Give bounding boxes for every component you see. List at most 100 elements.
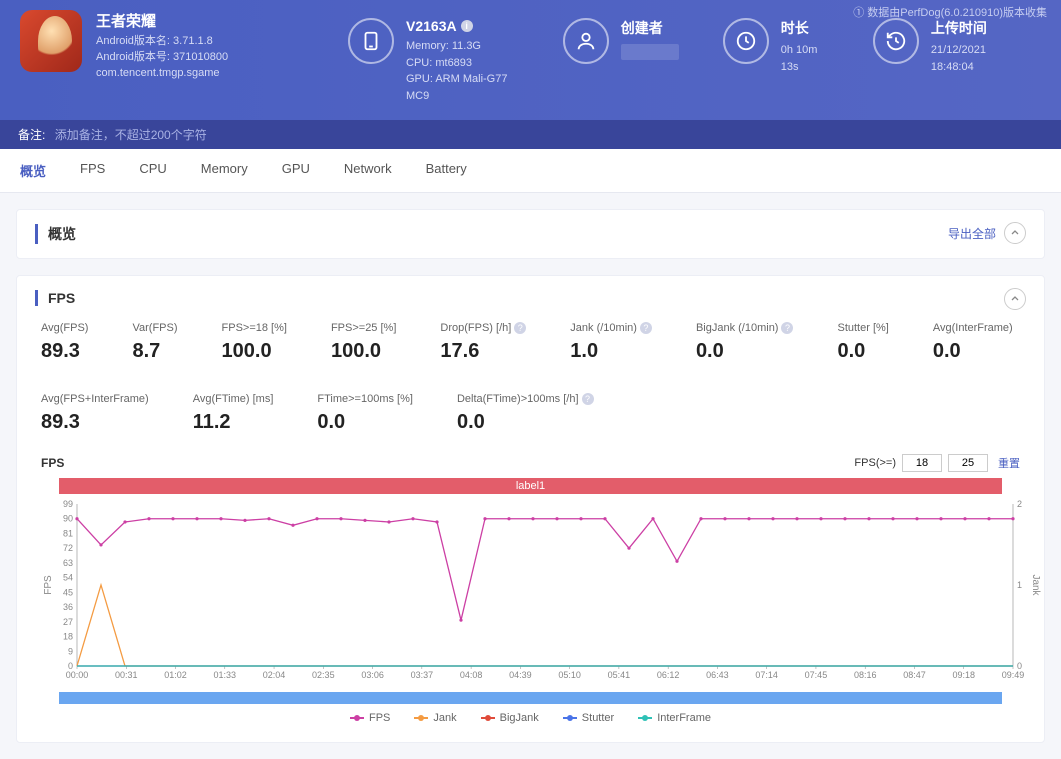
export-all-link[interactable]: 导出全部 (948, 225, 996, 242)
metric-label: Jank (/10min)? (570, 322, 652, 334)
metric-value: 89.3 (41, 340, 88, 363)
remark-bar[interactable]: 备注: 添加备注，不超过200个字符 (0, 120, 1061, 149)
svg-text:07:14: 07:14 (755, 670, 778, 680)
help-icon[interactable]: ? (781, 322, 793, 334)
svg-text:00:00: 00:00 (66, 670, 89, 680)
chart-scrollbar[interactable] (59, 692, 1002, 704)
metric-value: 8.7 (132, 340, 177, 363)
svg-text:27: 27 (63, 617, 73, 627)
svg-text:04:39: 04:39 (509, 670, 532, 680)
metric-label: Var(FPS) (132, 322, 177, 334)
metric: Stutter [%]0.0 (837, 322, 888, 363)
collapse-button[interactable] (1004, 288, 1026, 310)
svg-text:FPS: FPS (43, 575, 54, 595)
clock-icon (723, 18, 769, 64)
svg-text:03:06: 03:06 (361, 670, 384, 680)
fps-filters: FPS(>=) 重置 (854, 454, 1020, 472)
scrollbar-thumb[interactable] (59, 692, 1002, 704)
metric-label: FPS>=18 [%] (222, 322, 287, 334)
metric: Avg(InterFrame) 0.0 (933, 322, 1013, 363)
svg-text:81: 81 (63, 528, 73, 538)
svg-text:01:33: 01:33 (214, 670, 237, 680)
chart-wrap: 091827364554637281909901200:0000:3101:02… (41, 498, 1020, 688)
chart-title: FPS (41, 456, 64, 470)
legend-stutter[interactable]: Stutter (563, 712, 614, 724)
duration-block: 时长 0h 10m 13s (723, 18, 829, 75)
app-meta: Android版本名: 3.71.1.8 Android版本号: 3710108… (96, 34, 296, 82)
tab-battery[interactable]: Battery (424, 149, 469, 192)
metric-label: Drop(FPS) [/h]? (440, 322, 526, 334)
collapse-button[interactable] (1004, 222, 1026, 244)
metric-value: 0.0 (317, 411, 413, 434)
svg-text:36: 36 (63, 602, 73, 612)
tab-overview[interactable]: 概览 (18, 149, 48, 192)
metric: FTime>=100ms [%]0.0 (317, 393, 413, 434)
device-model: V2163A i (406, 18, 519, 34)
legend-interframe[interactable]: InterFrame (638, 712, 711, 724)
tabs: 概览 FPS CPU Memory GPU Network Battery (0, 149, 1061, 193)
user-icon (563, 18, 609, 64)
svg-text:01:02: 01:02 (164, 670, 187, 680)
tab-fps[interactable]: FPS (78, 149, 107, 192)
chart-header: FPS FPS(>=) 重置 (35, 454, 1026, 472)
legend-bigjank[interactable]: BigJank (481, 712, 539, 724)
tab-network[interactable]: Network (342, 149, 394, 192)
svg-text:90: 90 (63, 514, 73, 524)
legend-fps[interactable]: FPS (350, 712, 390, 724)
metric-label: Delta(FTime)>100ms [/h]? (457, 393, 594, 405)
metric-value: 0.0 (696, 340, 794, 363)
fps-chart[interactable]: 091827364554637281909901200:0000:3101:02… (41, 498, 1041, 688)
svg-text:07:45: 07:45 (805, 670, 828, 680)
tab-cpu[interactable]: CPU (137, 149, 168, 192)
duration-value: 0h 10m 13s (781, 42, 829, 75)
export-row: 导出全部 (948, 222, 1026, 244)
metric-value: 1.0 (570, 340, 652, 363)
metric-label: Avg(FPS) (41, 322, 88, 334)
tab-memory[interactable]: Memory (199, 149, 250, 192)
device-block: V2163A i Memory: 11.3G CPU: mt6893 GPU: … (348, 18, 519, 104)
help-icon[interactable]: ? (514, 322, 526, 334)
metric-value: 0.0 (933, 340, 1013, 363)
svg-text:03:37: 03:37 (411, 670, 434, 680)
metric: Var(FPS) 8.7 (132, 322, 177, 363)
svg-text:05:10: 05:10 (558, 670, 581, 680)
svg-text:05:41: 05:41 (608, 670, 631, 680)
svg-text:00:31: 00:31 (115, 670, 138, 680)
metric: Delta(FTime)>100ms [/h]? 0.0 (457, 393, 594, 434)
remark-label: 备注: (18, 128, 45, 142)
metrics-grid: Avg(FPS) 89.3 Var(FPS) 8.7 FPS>=18 [%] 100.0 F… (35, 322, 1026, 434)
metric-value: 11.2 (193, 411, 274, 434)
legend-jank[interactable]: Jank (414, 712, 456, 724)
metric-value: 17.6 (440, 340, 526, 363)
svg-text:54: 54 (63, 573, 73, 583)
metric: Avg(FTime) [ms]11.2 (193, 393, 274, 434)
metric-value: 100.0 (331, 340, 396, 363)
app-info: 王者荣耀 Android版本名: 3.71.1.8 Android版本号: 37… (96, 10, 296, 82)
filter-reset[interactable]: 重置 (998, 455, 1020, 471)
info-icon[interactable]: i (461, 20, 473, 32)
metric: Drop(FPS) [/h]? 17.6 (440, 322, 526, 363)
svg-text:08:16: 08:16 (854, 670, 877, 680)
svg-text:2: 2 (1017, 499, 1022, 509)
tab-gpu[interactable]: GPU (280, 149, 312, 192)
chart-label-bar[interactable]: label1 (59, 478, 1002, 494)
filter-a-input[interactable] (902, 454, 942, 472)
creator-block: 创建者 (563, 18, 679, 64)
metric-value: 0.0 (457, 411, 594, 434)
svg-text:06:43: 06:43 (706, 670, 729, 680)
help-icon[interactable]: ? (582, 393, 594, 405)
duration-label: 时长 (781, 18, 829, 38)
overview-section: 概览 导出全部 (16, 209, 1045, 259)
help-icon[interactable]: ? (640, 322, 652, 334)
fps-title: FPS (35, 290, 1026, 306)
svg-text:18: 18 (63, 632, 73, 642)
device-icon (348, 18, 394, 64)
metric: Avg(FPS+InterFrame)89.3 (41, 393, 149, 434)
svg-text:09:49: 09:49 (1002, 670, 1025, 680)
metric-value: 89.3 (41, 411, 149, 434)
history-icon (873, 18, 919, 64)
filter-label: FPS(>=) (854, 457, 896, 469)
metric-label: Avg(InterFrame) (933, 322, 1013, 334)
overview-title: 概览 (35, 224, 1026, 244)
filter-b-input[interactable] (948, 454, 988, 472)
